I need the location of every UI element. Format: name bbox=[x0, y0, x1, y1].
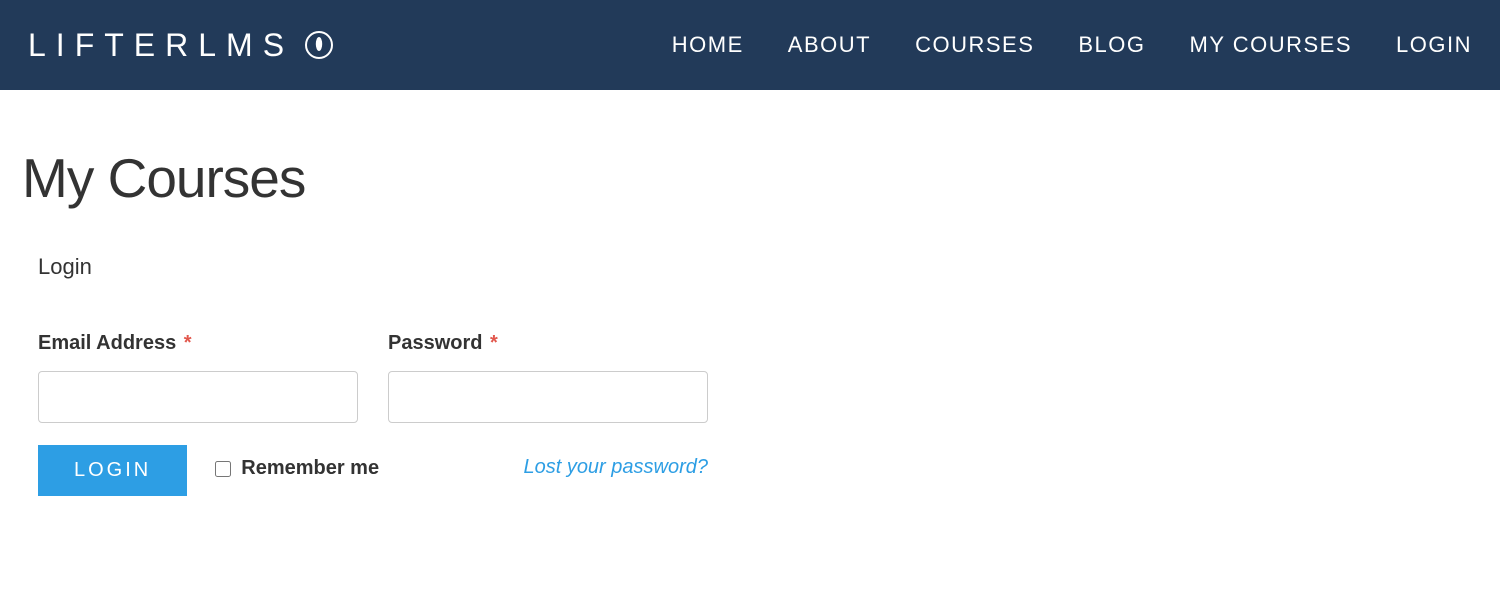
nav-login[interactable]: LOGIN bbox=[1396, 32, 1472, 58]
login-fields-row: Email Address * Password * bbox=[38, 332, 1478, 423]
page-title: My Courses bbox=[22, 146, 1478, 210]
header-bar: LIFTERLMS HOME ABOUT COURSES BLOG MY COU… bbox=[0, 0, 1500, 90]
email-label-text: Email Address bbox=[38, 332, 176, 354]
nav-my-courses[interactable]: MY COURSES bbox=[1190, 32, 1353, 58]
password-field[interactable] bbox=[388, 371, 708, 423]
required-mark: * bbox=[490, 332, 498, 354]
password-group: Password * bbox=[388, 332, 708, 423]
password-label-text: Password bbox=[388, 332, 482, 354]
form-actions: LOGIN Remember me Lost your password? bbox=[38, 445, 708, 496]
site-logo[interactable]: LIFTERLMS bbox=[28, 27, 334, 64]
main-content: My Courses Login Email Address * Passwor… bbox=[0, 90, 1500, 496]
remember-me-checkbox[interactable] bbox=[215, 461, 231, 477]
password-label: Password * bbox=[388, 332, 708, 355]
email-label: Email Address * bbox=[38, 332, 358, 355]
required-mark: * bbox=[184, 332, 192, 354]
remember-me-wrap: Remember me bbox=[215, 457, 379, 480]
form-title: Login bbox=[38, 254, 1478, 280]
remember-me-label: Remember me bbox=[241, 457, 379, 480]
nav-courses[interactable]: COURSES bbox=[915, 32, 1034, 58]
lost-password-link[interactable]: Lost your password? bbox=[523, 451, 708, 483]
logo-text: LIFTERLMS bbox=[28, 27, 294, 64]
email-field[interactable] bbox=[38, 371, 358, 423]
main-nav: HOME ABOUT COURSES BLOG MY COURSES LOGIN bbox=[672, 32, 1472, 58]
nav-home[interactable]: HOME bbox=[672, 32, 744, 58]
rocket-circle-icon bbox=[304, 30, 334, 60]
email-group: Email Address * bbox=[38, 332, 358, 423]
nav-about[interactable]: ABOUT bbox=[788, 32, 871, 58]
nav-blog[interactable]: BLOG bbox=[1078, 32, 1145, 58]
login-button[interactable]: LOGIN bbox=[38, 445, 187, 496]
